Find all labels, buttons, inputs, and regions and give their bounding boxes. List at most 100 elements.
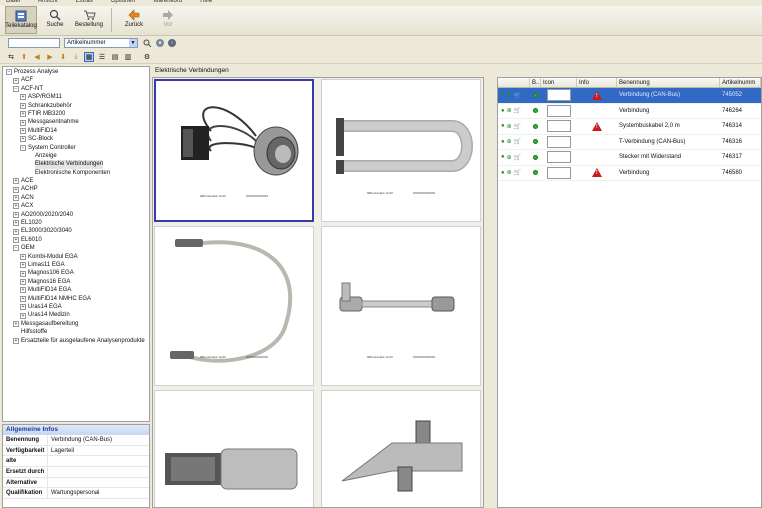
tree-node[interactable]: − System Controller: [3, 144, 149, 152]
image-tile-connection[interactable]: ABB Automation GmbH 0000000000000000: [321, 79, 481, 222]
expand-node-icon[interactable]: +: [20, 312, 26, 319]
table-row[interactable]: ● ⊕ 🛒 Verbindung 746264: [498, 104, 761, 119]
info-circle-icon[interactable]: ●: [501, 170, 505, 176]
expand-node-icon[interactable]: +: [13, 203, 19, 210]
expand-node-icon[interactable]: +: [13, 178, 19, 185]
tree-node[interactable]: + SC-Block: [3, 135, 149, 143]
tree-node[interactable]: + ACF: [3, 76, 149, 84]
table-row[interactable]: ● ⊕ 🛒 Stecker mit Widerstand 746317: [498, 150, 761, 166]
expand-node-icon[interactable]: +: [20, 278, 26, 285]
expand-node-icon[interactable]: +: [20, 295, 26, 302]
tree-node[interactable]: + MultiFID14 NMHC EGA: [3, 295, 149, 303]
clear-icon[interactable]: ●: [156, 38, 164, 47]
expand-node-icon[interactable]: +: [13, 337, 19, 344]
zoom-icon[interactable]: ⊕: [507, 123, 512, 130]
expand-node-icon[interactable]: +: [13, 77, 19, 84]
left-arrow-icon[interactable]: ◀: [32, 52, 42, 62]
view-list-icon[interactable]: ☰: [97, 52, 107, 62]
expand-node-icon[interactable]: +: [13, 195, 19, 202]
tree-node[interactable]: + Messgasaufbereitung: [3, 320, 149, 328]
expand-node-icon[interactable]: +: [20, 119, 26, 126]
view-split-icon[interactable]: ▥: [123, 52, 133, 62]
expand-node-icon[interactable]: +: [13, 320, 19, 327]
tree-node[interactable]: Anzeige: [3, 152, 149, 160]
cart-icon[interactable]: 🛒: [514, 123, 521, 130]
tree-node[interactable]: + ACX: [3, 202, 149, 210]
collapse-node-icon[interactable]: −: [13, 245, 19, 252]
col-icon-header[interactable]: Icon: [541, 78, 577, 87]
image-tile-t-connection[interactable]: ABB Automation GmbH 0000000000000000: [321, 226, 481, 386]
back-button[interactable]: Zurück: [118, 6, 150, 34]
image-tile-plug-with-resistor[interactable]: [154, 390, 314, 507]
part-thumbnail[interactable]: [547, 104, 571, 117]
settings-icon[interactable]: ⚙: [142, 52, 152, 62]
cart-icon[interactable]: 🛒: [514, 138, 521, 145]
table-row[interactable]: ●⊕🛒 Systembuskabel 2,0 m 746314: [498, 119, 761, 135]
info-circle-icon[interactable]: ●: [501, 123, 505, 129]
warning-icon[interactable]: [592, 90, 602, 100]
tree-node[interactable]: + Uras14 EGA: [3, 303, 149, 311]
tree-node[interactable]: − OEM: [3, 244, 149, 252]
tree-node[interactable]: + Kombi-Modul EGA: [3, 253, 149, 261]
part-thumbnail[interactable]: [547, 89, 571, 102]
expand-icon[interactable]: ⤓: [71, 52, 81, 62]
tree-node[interactable]: + MultiFID14 EGA: [3, 286, 149, 294]
zoom-icon[interactable]: ⊕: [507, 169, 512, 176]
tree-node[interactable]: + EL3000/3020/3040: [3, 227, 149, 235]
info-circle-icon[interactable]: ●: [501, 154, 505, 160]
expand-node-icon[interactable]: +: [20, 94, 26, 101]
expand-node-icon[interactable]: +: [20, 270, 26, 277]
collapse-node-icon[interactable]: −: [20, 144, 26, 151]
search-button[interactable]: Suche: [39, 6, 71, 34]
part-thumbnail[interactable]: [547, 166, 571, 179]
expand-node-icon[interactable]: +: [20, 253, 26, 260]
image-tile-ribbon-connection[interactable]: [321, 390, 481, 507]
tree-node[interactable]: + Magnos16 EGA: [3, 278, 149, 286]
table-row[interactable]: ●⊕🛒 Verbindung (CAN-Bus) 745052: [498, 88, 761, 104]
zoom-icon[interactable]: ⊕: [507, 92, 512, 99]
part-thumbnail[interactable]: [547, 151, 571, 164]
tree-node[interactable]: + EL1020: [3, 219, 149, 227]
tree-sync-icon[interactable]: ⇆: [6, 52, 16, 62]
col-actions-header[interactable]: [498, 78, 530, 87]
part-thumbnail[interactable]: [547, 120, 571, 133]
tree-node[interactable]: + Uras14 Medizin: [3, 311, 149, 319]
expand-node-icon[interactable]: +: [13, 186, 19, 193]
tree-node[interactable]: Hilfsstoffe: [3, 328, 149, 336]
part-thumbnail[interactable]: [547, 135, 571, 148]
tree-node[interactable]: − Prozess Analyse: [3, 68, 149, 76]
col-name-header[interactable]: Benennung: [617, 78, 720, 87]
warning-icon[interactable]: [592, 121, 602, 131]
expand-node-icon[interactable]: +: [20, 287, 26, 294]
cart-icon[interactable]: 🛒: [514, 154, 521, 161]
col-info-header[interactable]: Info: [577, 78, 617, 87]
cart-icon[interactable]: 🛒: [514, 169, 521, 176]
collapse-node-icon[interactable]: −: [6, 69, 12, 76]
tree-node[interactable]: Elektrische Verbindungen: [3, 160, 149, 169]
search-input[interactable]: [8, 37, 60, 48]
tree-node[interactable]: + Messgasentnahme: [3, 118, 149, 126]
order-button[interactable]: Bestellung: [73, 6, 105, 34]
expand-node-icon[interactable]: +: [13, 220, 19, 227]
search-go-icon[interactable]: [142, 38, 152, 48]
up-arrow-icon[interactable]: ⬆: [19, 52, 29, 62]
tree-node[interactable]: + ACN: [3, 194, 149, 202]
view-large-icons-icon[interactable]: ▦: [84, 51, 94, 62]
expand-node-icon[interactable]: +: [13, 211, 19, 218]
image-tile-can-bus-connection[interactable]: ABB Automation GmbH 0000000000000000: [154, 79, 314, 222]
search-field-select[interactable]: Artikelnummer ▼: [64, 37, 138, 48]
expand-node-icon[interactable]: +: [20, 262, 26, 269]
tree-node[interactable]: + EL6010: [3, 236, 149, 244]
table-row[interactable]: ●⊕🛒 Verbindung 746580: [498, 166, 761, 181]
tree-node[interactable]: + Limas11 EGA: [3, 261, 149, 269]
cart-icon[interactable]: 🛒: [514, 92, 521, 99]
forward-button[interactable]: Vor: [152, 6, 184, 34]
tree-node[interactable]: − ACF-NT: [3, 85, 149, 93]
expand-node-icon[interactable]: +: [20, 136, 26, 143]
tree-node[interactable]: + Ersatzteile für ausgelaufene Analysenpr…: [3, 337, 149, 345]
tree-node[interactable]: + ACE: [3, 177, 149, 185]
expand-node-icon[interactable]: +: [13, 228, 19, 235]
catalog-button[interactable]: Teilekatalog: [5, 6, 37, 34]
image-tile-system-bus-cable[interactable]: ABB Automation GmbH 0000000000000000: [154, 226, 314, 386]
expand-node-icon[interactable]: +: [13, 237, 19, 243]
